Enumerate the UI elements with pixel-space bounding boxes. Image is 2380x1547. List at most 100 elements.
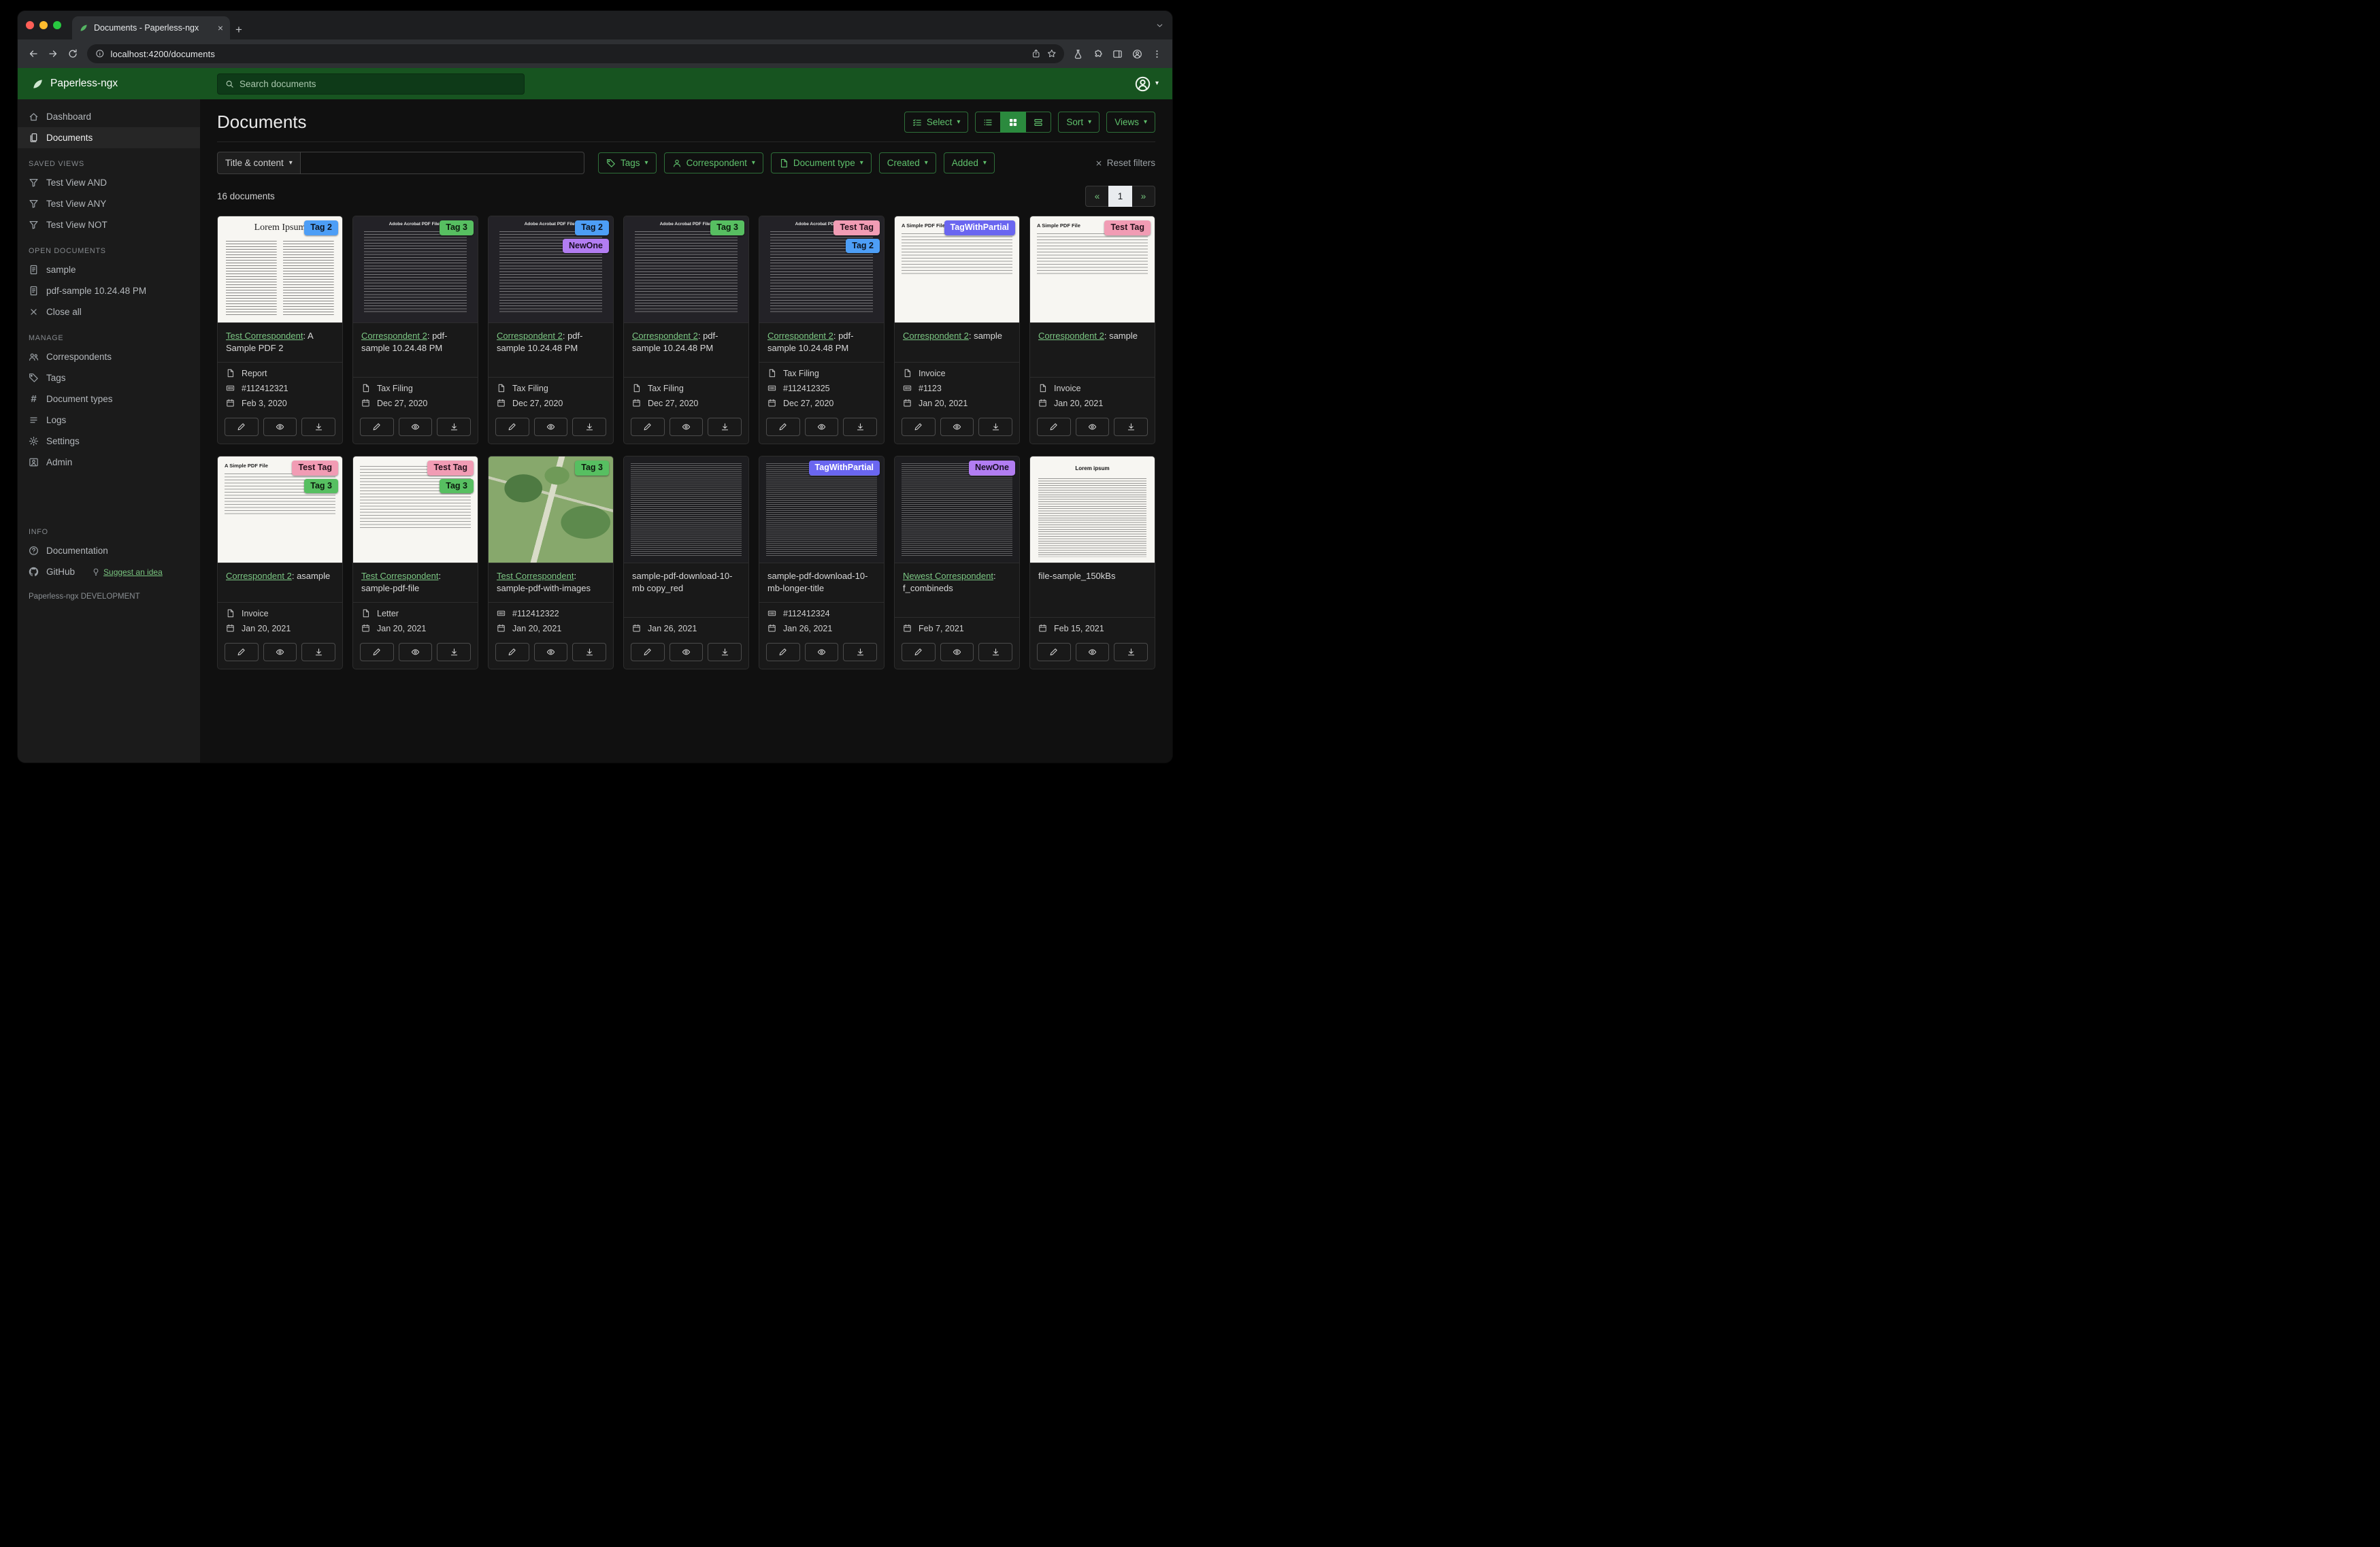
sidebar-item-documentation[interactable]: Documentation bbox=[18, 540, 200, 561]
tag-badge[interactable]: Test Tag bbox=[292, 460, 338, 476]
tag-badge[interactable]: TagWithPartial bbox=[808, 460, 880, 476]
download-button[interactable] bbox=[437, 417, 472, 436]
sidebar-item-github[interactable]: GitHub Suggest an idea bbox=[18, 561, 200, 582]
document-thumbnail[interactable]: Adobe Acrobat PDF Files Tag 3 bbox=[624, 216, 748, 323]
document-card[interactable]: Tag 3 Test Correspondent: sample-pdf-wit… bbox=[488, 455, 614, 669]
correspondent-link[interactable]: Correspondent 2 bbox=[767, 331, 833, 341]
tag-badge[interactable]: Tag 3 bbox=[440, 220, 474, 235]
document-card[interactable]: Adobe Acrobat PDF Files Tag 3 Correspond… bbox=[623, 216, 749, 444]
download-button[interactable] bbox=[708, 417, 742, 436]
document-thumbnail[interactable]: Lorem ipsum bbox=[1030, 456, 1155, 563]
sidebar-item-close-all[interactable]: Close all bbox=[18, 301, 200, 322]
tag-badge[interactable]: Test Tag bbox=[427, 460, 474, 476]
view-button[interactable] bbox=[940, 417, 974, 436]
download-button[interactable] bbox=[301, 417, 336, 436]
view-button[interactable] bbox=[940, 642, 974, 661]
document-thumbnail[interactable]: Tag 3 bbox=[489, 456, 613, 563]
new-tab-button[interactable]: + bbox=[235, 24, 242, 35]
view-button[interactable] bbox=[669, 642, 704, 661]
filter-added-button[interactable]: Added ▾ bbox=[943, 152, 995, 173]
view-button[interactable] bbox=[669, 417, 704, 436]
document-thumbnail[interactable]: Test Tag Tag 3 bbox=[353, 456, 478, 563]
close-window-button[interactable] bbox=[26, 21, 34, 29]
view-button[interactable] bbox=[533, 417, 568, 436]
sidebar-item-logs[interactable]: Logs bbox=[18, 410, 200, 431]
reload-button[interactable] bbox=[67, 48, 78, 59]
view-button[interactable] bbox=[804, 642, 839, 661]
document-card[interactable]: A Simple PDF File Test Tag Tag 3 Correspo… bbox=[217, 455, 343, 669]
edit-button[interactable] bbox=[902, 417, 936, 436]
sidebar-item-test-view-and[interactable]: Test View AND bbox=[18, 172, 200, 193]
document-card[interactable]: Adobe Acrobat PDF Files Test Tag Tag 2 Co… bbox=[759, 216, 885, 444]
forward-button[interactable] bbox=[48, 48, 59, 59]
tag-badge[interactable]: NewOne bbox=[562, 238, 609, 254]
search-input[interactable] bbox=[239, 78, 516, 89]
document-thumbnail[interactable]: A Simple PDF File Test Tag Tag 3 bbox=[218, 456, 342, 563]
tab-list-chevron-icon[interactable] bbox=[1155, 21, 1164, 30]
sort-button[interactable]: Sort ▾ bbox=[1058, 112, 1100, 133]
document-thumbnail[interactable]: A Simple PDF File Test Tag bbox=[1030, 216, 1155, 323]
document-thumbnail[interactable]: NewOne bbox=[895, 456, 1019, 563]
share-icon[interactable] bbox=[1031, 49, 1041, 59]
edit-button[interactable] bbox=[1037, 417, 1071, 436]
document-card[interactable]: A Simple PDF File TagWithPartial Corresp… bbox=[894, 216, 1020, 444]
view-table-button[interactable] bbox=[975, 112, 1002, 133]
document-card[interactable]: Adobe Acrobat PDF Files Tag 2 NewOne Corr… bbox=[488, 216, 614, 444]
download-button[interactable] bbox=[708, 642, 742, 661]
document-card[interactable]: TagWithPartial sample-pdf-download-10-mb… bbox=[759, 455, 885, 669]
edit-button[interactable] bbox=[360, 642, 394, 661]
sidebar-item-document-types[interactable]: # Document types bbox=[18, 388, 200, 410]
side-panel-icon[interactable] bbox=[1112, 49, 1123, 59]
edit-button[interactable] bbox=[766, 417, 800, 436]
edit-button[interactable] bbox=[631, 642, 665, 661]
download-button[interactable] bbox=[978, 417, 1013, 436]
sidebar-item-correspondents[interactable]: Correspondents bbox=[18, 346, 200, 367]
filter-created-button[interactable]: Created ▾ bbox=[878, 152, 936, 173]
minimize-window-button[interactable] bbox=[39, 21, 48, 29]
correspondent-link[interactable]: Test Correspondent bbox=[497, 571, 574, 581]
site-info-icon[interactable] bbox=[95, 49, 105, 59]
sidebar-item-pdf-sample-10-24-48-pm[interactable]: pdf-sample 10.24.48 PM bbox=[18, 280, 200, 301]
document-card[interactable]: Adobe Acrobat PDF Files Tag 3 Correspond… bbox=[352, 216, 478, 444]
tag-badge[interactable]: Tag 3 bbox=[304, 478, 338, 494]
filter-text-input[interactable] bbox=[300, 152, 584, 174]
views-button[interactable]: Views ▾ bbox=[1106, 112, 1155, 133]
document-card[interactable]: NewOne Newest Correspondent: f_combineds… bbox=[894, 455, 1020, 669]
tag-badge[interactable]: TagWithPartial bbox=[944, 220, 1015, 235]
edit-button[interactable] bbox=[766, 642, 800, 661]
tag-badge[interactable]: Tag 2 bbox=[575, 220, 609, 235]
edit-button[interactable] bbox=[1037, 642, 1071, 661]
sidebar-item-tags[interactable]: Tags bbox=[18, 367, 200, 388]
sidebar-item-test-view-any[interactable]: Test View ANY bbox=[18, 193, 200, 214]
sidebar-item-documents[interactable]: Documents bbox=[18, 127, 200, 148]
filter-tags-button[interactable]: Tags ▾ bbox=[598, 152, 657, 173]
document-card[interactable]: Lorem Ipsum Tag 2 Test Correspondent: A … bbox=[217, 216, 343, 444]
edit-button[interactable] bbox=[360, 417, 394, 436]
download-button[interactable] bbox=[1114, 417, 1148, 436]
view-button[interactable] bbox=[263, 417, 297, 436]
view-button[interactable] bbox=[1075, 642, 1110, 661]
profile-icon[interactable] bbox=[1132, 49, 1142, 59]
document-thumbnail[interactable]: TagWithPartial bbox=[759, 456, 884, 563]
tag-badge[interactable]: Tag 2 bbox=[846, 238, 880, 254]
sidebar-item-sample[interactable]: sample bbox=[18, 259, 200, 280]
next-page-button[interactable]: » bbox=[1131, 186, 1155, 207]
document-thumbnail[interactable]: Lorem Ipsum Tag 2 bbox=[218, 216, 342, 323]
global-search[interactable] bbox=[217, 73, 525, 95]
view-button[interactable] bbox=[398, 642, 433, 661]
brand-logo[interactable]: Paperless-ngx bbox=[31, 78, 217, 90]
correspondent-link[interactable]: Test Correspondent bbox=[226, 331, 303, 341]
sidebar-item-dashboard[interactable]: Dashboard bbox=[18, 106, 200, 127]
back-button[interactable] bbox=[28, 48, 39, 59]
maximize-window-button[interactable] bbox=[53, 21, 61, 29]
document-card[interactable]: Lorem ipsum file-sample_150kBs Feb 15, 2… bbox=[1029, 455, 1155, 669]
document-thumbnail[interactable]: Adobe Acrobat PDF Files Tag 2 NewOne bbox=[489, 216, 613, 323]
document-card[interactable]: sample-pdf-download-10-mb copy_red Jan 2… bbox=[623, 455, 749, 669]
edit-button[interactable] bbox=[225, 642, 259, 661]
tag-badge[interactable]: NewOne bbox=[968, 460, 1015, 476]
correspondent-link[interactable]: Correspondent 2 bbox=[497, 331, 563, 341]
document-card[interactable]: A Simple PDF File Test Tag Correspondent… bbox=[1029, 216, 1155, 444]
correspondent-link[interactable]: Correspondent 2 bbox=[361, 331, 427, 341]
sidebar-item-test-view-not[interactable]: Test View NOT bbox=[18, 214, 200, 235]
download-button[interactable] bbox=[843, 642, 878, 661]
